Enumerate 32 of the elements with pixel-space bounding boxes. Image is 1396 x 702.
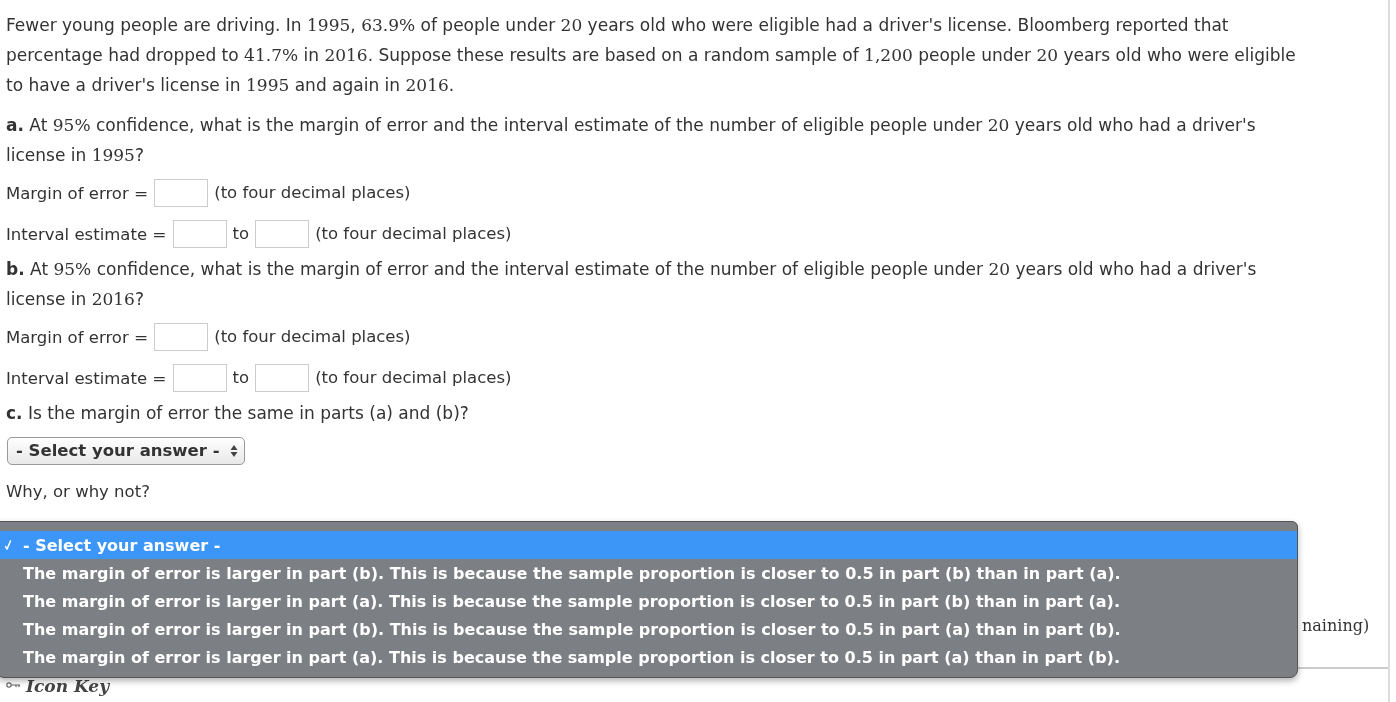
menu-option[interactable]: The margin of error is larger in part (b). This is because the sample proportion is closer to 0.5 in part (a) than in part (b). <box>0 615 1297 643</box>
to-label: to <box>232 368 250 387</box>
menu-option[interactable]: The margin of error is larger in part (a). This is because the sample proportion is closer to 0.5 in part (b) than in part (a). <box>0 587 1297 615</box>
field-label: Interval estimate = <box>6 367 167 388</box>
input-field[interactable] <box>154 178 209 207</box>
question-text: b. At 95% confidence, what is the margin of error and the interval estimate of the number of eligible people under 20 years old who had a driver's license in 2016? <box>6 258 1258 311</box>
input-field[interactable] <box>172 363 227 392</box>
input-field[interactable] <box>154 322 209 351</box>
menu-option[interactable]: The margin of error is larger in part (a). This is because the sample proportion is closer to 0.5 in part (a) than in part (b). <box>0 643 1297 671</box>
hint-text: (to four decimal places) <box>315 224 512 243</box>
updown-icon <box>229 443 238 458</box>
answer-select[interactable]: - Select your answer - <box>7 436 245 465</box>
input-field[interactable] <box>255 219 310 248</box>
problem-text: Fewer young people are driving. In 1995, 63.9% of people under 20 years old who were eligible had a driver's license. Bloomberg reported that percentage had dropped to 41.7% in 2016. Suppose these results are based on a random sample of 1,200 people under 20 years old who were eligible to have a driver's license in 1995 and again in 2016. <box>6 14 1297 97</box>
question-text: c. Is the margin of error the same in parts (a) and (b)? <box>6 402 470 425</box>
input-field[interactable] <box>255 363 310 392</box>
question-text: Why, or why not? <box>6 482 150 501</box>
hint-text: (to four decimal places) <box>214 327 411 346</box>
input-field[interactable] <box>172 219 227 248</box>
to-label: to <box>232 224 250 243</box>
remaining-text: naining) <box>1302 616 1370 635</box>
field-label: Interval estimate = <box>6 223 167 244</box>
question-text: a. At 95% confidence, what is the margin of error and the interval estimate of the number of eligible people under 20 years old who had a driver's license in 1995? <box>6 114 1257 167</box>
field-label: Margin of error = <box>6 326 149 347</box>
menu-option[interactable]: The margin of error is larger in part (b). This is because the sample proportion is closer to 0.5 in part (b) than in part (a). <box>0 559 1297 587</box>
icon-key-link[interactable]: Icon Key <box>26 676 110 696</box>
hint-text: (to four decimal places) <box>315 368 512 387</box>
hint-text: (to four decimal places) <box>214 183 411 202</box>
check-icon <box>5 540 11 550</box>
field-label: Margin of error = <box>6 182 149 203</box>
key-icon <box>6 682 22 690</box>
menu-option[interactable]: - Select your answer - <box>0 531 1297 559</box>
